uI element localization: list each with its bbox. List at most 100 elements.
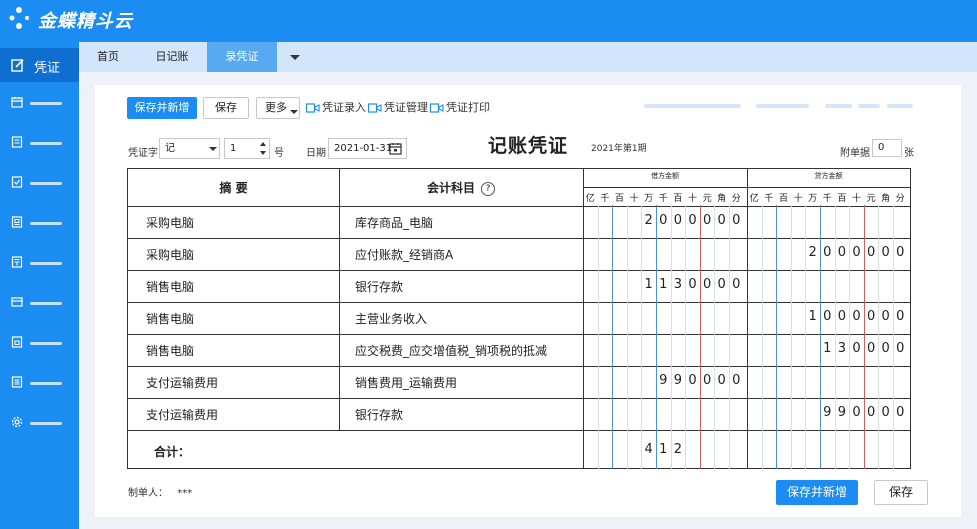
voucher-number-stepper[interactable]: 1 bbox=[224, 138, 270, 159]
debit-digit: 0 bbox=[702, 213, 712, 228]
digit-label: 分 bbox=[731, 194, 741, 204]
loading-placeholder bbox=[756, 104, 809, 108]
credit-digit: 0 bbox=[852, 405, 861, 420]
calendar-icon[interactable] bbox=[389, 142, 402, 155]
sidebar-item-archive[interactable] bbox=[0, 330, 79, 356]
row-account[interactable]: 应付账款_经销商A bbox=[355, 246, 453, 263]
stepper-down-icon[interactable] bbox=[260, 151, 266, 155]
voucher-word-label: 凭证字 bbox=[128, 148, 158, 159]
debit-digit: 0 bbox=[717, 373, 726, 388]
row-account[interactable]: 银行存款 bbox=[355, 278, 403, 295]
row-summary[interactable]: 采购电脑 bbox=[146, 214, 194, 231]
credit-digit: 0 bbox=[881, 341, 890, 356]
column-divider bbox=[339, 169, 340, 430]
row-divider bbox=[128, 334, 910, 335]
sidebar-item-label: 凭证 bbox=[34, 61, 61, 76]
debit-digit: 0 bbox=[688, 373, 697, 388]
footer-save-button[interactable]: 保存 bbox=[874, 480, 928, 505]
row-account[interactable]: 销售费用_运输费用 bbox=[355, 374, 457, 391]
help-icon[interactable]: ? bbox=[481, 182, 495, 196]
tab-home[interactable]: 首页 bbox=[79, 42, 137, 72]
sidebar-item-list[interactable] bbox=[0, 370, 79, 396]
sidebar-item-card[interactable] bbox=[0, 290, 79, 316]
stepper-up-icon[interactable] bbox=[260, 142, 266, 146]
save-button[interactable]: 保存 bbox=[203, 97, 249, 119]
credit-digit: 9 bbox=[823, 405, 832, 420]
credit-digit: 0 bbox=[896, 341, 905, 356]
credit-digit: 1 bbox=[823, 341, 832, 356]
loading-placeholder bbox=[644, 104, 741, 108]
row-summary[interactable]: 支付运输费用 bbox=[146, 374, 218, 391]
attachments-unit: 张 bbox=[904, 148, 914, 159]
credit-header: 贷方金额 bbox=[814, 172, 843, 180]
more-button[interactable]: 更多 bbox=[256, 97, 300, 119]
more-label: 更多 bbox=[265, 101, 287, 114]
voucher-manage-link[interactable]: 凭证管理 bbox=[368, 101, 428, 115]
row-summary[interactable]: 销售电脑 bbox=[146, 278, 194, 295]
voucher-print-link[interactable]: 凭证打印 bbox=[430, 101, 490, 115]
digit-label: 元 bbox=[702, 194, 712, 204]
credit-digit: 3 bbox=[837, 341, 847, 356]
credit-digit: 0 bbox=[896, 405, 905, 420]
sidebar-item-document[interactable] bbox=[0, 130, 79, 156]
row-divider bbox=[128, 238, 910, 239]
sidebar-item-settings[interactable] bbox=[0, 410, 79, 436]
digit-label: 角 bbox=[881, 194, 891, 204]
row-account[interactable]: 库存商品_电脑 bbox=[355, 214, 433, 231]
row-account[interactable]: 银行存款 bbox=[355, 406, 403, 423]
digit-label: 元 bbox=[866, 194, 876, 204]
credit-digit: 9 bbox=[837, 405, 847, 420]
video-icon bbox=[430, 103, 444, 113]
digit-label: 万 bbox=[644, 194, 654, 204]
row-summary[interactable]: 销售电脑 bbox=[146, 310, 194, 327]
digit-label: 千 bbox=[822, 194, 832, 204]
column-divider bbox=[747, 169, 748, 469]
digit-label: 十 bbox=[629, 194, 639, 204]
row-summary[interactable]: 销售电脑 bbox=[146, 342, 194, 359]
link-label: 凭证管理 bbox=[384, 101, 428, 114]
save-new-button[interactable]: 保存并新增 bbox=[127, 97, 197, 119]
debit-digit: 0 bbox=[702, 277, 712, 292]
row-summary[interactable]: 采购电脑 bbox=[146, 246, 194, 263]
credit-digit: 0 bbox=[837, 245, 847, 260]
debit-digit: 0 bbox=[717, 213, 726, 228]
attachments-label: 附单据 bbox=[840, 148, 870, 159]
row-account[interactable]: 应交税费_应交增值税_销项税的抵减 bbox=[355, 342, 547, 359]
sidebar-item-voucher[interactable]: 凭证 bbox=[0, 48, 79, 82]
row-summary[interactable]: 支付运输费用 bbox=[146, 406, 218, 423]
date-field[interactable]: 2021-01-31 bbox=[328, 138, 407, 159]
tab-bar: 首页 日记账 录凭证 bbox=[79, 42, 977, 72]
voucher-table: 摘 要会计科目? 借方金额 贷方金额亿千百十万千百十元角分亿千百十万千百十元角分采购… bbox=[127, 168, 911, 469]
digit-label: 十 bbox=[793, 194, 803, 204]
voucher-title: 记账凭证 bbox=[488, 135, 569, 157]
tab-journal[interactable]: 日记账 bbox=[137, 42, 207, 72]
footer-save-new-button[interactable]: 保存并新增 bbox=[776, 480, 858, 505]
debit-digit: 0 bbox=[673, 213, 683, 228]
voucher-word-select[interactable]: 记 bbox=[159, 138, 220, 159]
report-icon bbox=[11, 216, 23, 228]
sidebar-item-report[interactable] bbox=[0, 210, 79, 236]
digit-label: 百 bbox=[778, 194, 788, 204]
sidebar-item-checklist[interactable] bbox=[0, 170, 79, 196]
credit-digit: 0 bbox=[852, 341, 861, 356]
total-digit: 1 bbox=[659, 442, 668, 457]
row-account[interactable]: 主营业务收入 bbox=[355, 310, 427, 327]
calendar-icon bbox=[11, 97, 23, 108]
sidebar-item-invoice[interactable] bbox=[0, 250, 79, 276]
tab-record-voucher[interactable]: 录凭证 bbox=[207, 42, 277, 72]
link-label: 凭证录入 bbox=[322, 101, 366, 114]
digit-divider bbox=[626, 205, 628, 469]
sidebar-item-calendar[interactable] bbox=[0, 90, 79, 116]
debit-digit: 9 bbox=[673, 373, 683, 388]
attachments-input[interactable]: 0 bbox=[872, 139, 902, 157]
digit-divider bbox=[714, 205, 716, 469]
debit-digit: 0 bbox=[688, 213, 697, 228]
row-divider bbox=[128, 270, 910, 271]
voucher-entry-link[interactable]: 凭证录入 bbox=[306, 101, 366, 115]
tab-dropdown-icon[interactable] bbox=[285, 42, 307, 72]
debit-digit: 2 bbox=[644, 213, 653, 228]
loading-placeholder bbox=[825, 104, 852, 108]
credit-digit: 0 bbox=[852, 245, 861, 260]
document-icon bbox=[11, 136, 23, 148]
digit-label: 万 bbox=[808, 194, 818, 204]
